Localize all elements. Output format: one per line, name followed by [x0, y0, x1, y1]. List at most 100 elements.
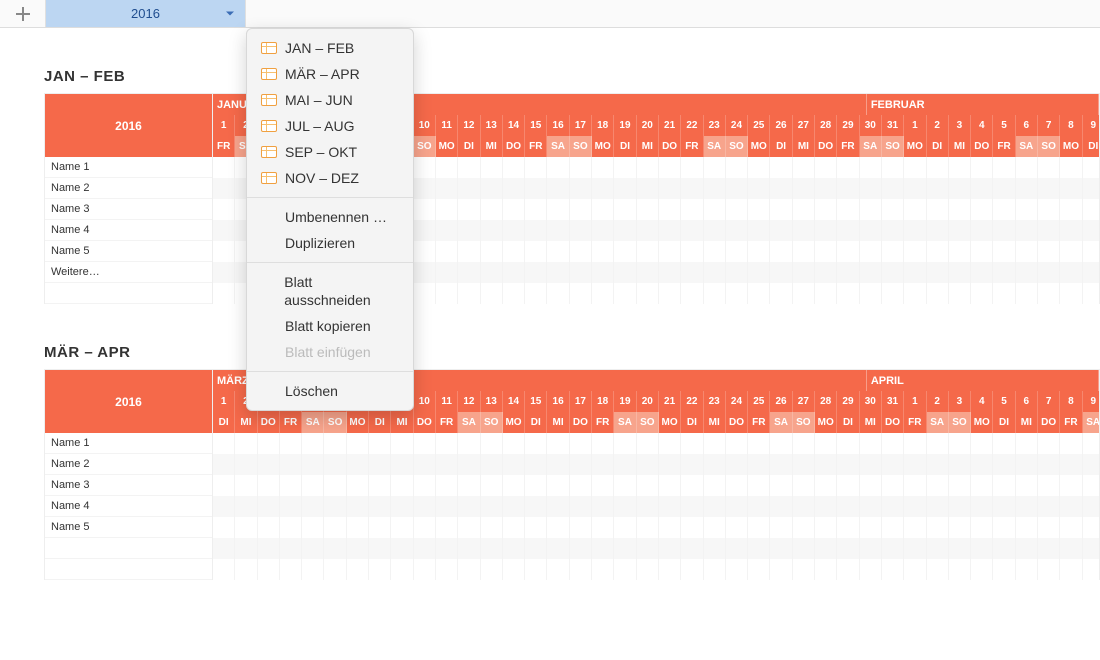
day-cell[interactable] [570, 220, 592, 241]
day-cell[interactable] [815, 433, 837, 454]
day-cell[interactable] [280, 559, 302, 580]
day-cell[interactable] [1038, 454, 1060, 475]
day-cell[interactable] [458, 475, 480, 496]
name-row[interactable]: Name 4 [45, 496, 212, 517]
day-cell[interactable] [726, 433, 748, 454]
day-cell[interactable] [592, 538, 614, 559]
day-cell[interactable] [503, 178, 525, 199]
day-cell[interactable] [302, 559, 324, 580]
day-cell[interactable] [949, 220, 971, 241]
day-cell[interactable] [503, 262, 525, 283]
day-cell[interactable] [904, 283, 926, 304]
day-cell[interactable] [837, 517, 859, 538]
day-cell[interactable] [971, 157, 993, 178]
day-cell[interactable] [860, 283, 882, 304]
day-cell[interactable] [503, 157, 525, 178]
day-cell[interactable] [1016, 283, 1038, 304]
day-cell[interactable] [592, 475, 614, 496]
day-cell[interactable] [860, 454, 882, 475]
day-cell[interactable] [793, 199, 815, 220]
day-cell[interactable] [570, 262, 592, 283]
day-cell[interactable] [213, 262, 235, 283]
day-cell[interactable] [882, 517, 904, 538]
empty-row[interactable] [45, 283, 212, 304]
day-cell[interactable] [547, 262, 569, 283]
day-cell[interactable] [1038, 433, 1060, 454]
day-cell[interactable] [837, 241, 859, 262]
day-cell[interactable] [458, 283, 480, 304]
menu-sheet-0[interactable]: JAN – FEB [247, 35, 413, 61]
day-cell[interactable] [659, 475, 681, 496]
day-cell[interactable] [748, 283, 770, 304]
day-cell[interactable] [748, 433, 770, 454]
day-cell[interactable] [414, 475, 436, 496]
day-cell[interactable] [726, 178, 748, 199]
day-cell[interactable] [414, 433, 436, 454]
day-cell[interactable] [481, 178, 503, 199]
day-cell[interactable] [280, 475, 302, 496]
day-cell[interactable] [614, 538, 636, 559]
day-cell[interactable] [748, 178, 770, 199]
menu-sheet-1[interactable]: MÄR – APR [247, 61, 413, 87]
add-sheet-button[interactable] [0, 0, 46, 27]
day-cell[interactable] [436, 496, 458, 517]
day-cell[interactable] [436, 283, 458, 304]
day-cell[interactable] [1016, 496, 1038, 517]
day-cell[interactable] [525, 178, 547, 199]
day-cell[interactable] [681, 538, 703, 559]
day-cell[interactable] [213, 283, 235, 304]
day-cell[interactable] [525, 496, 547, 517]
day-cell[interactable] [235, 496, 257, 517]
day-cell[interactable] [748, 220, 770, 241]
day-cell[interactable] [525, 220, 547, 241]
day-cell[interactable] [882, 454, 904, 475]
day-cell[interactable] [860, 178, 882, 199]
day-cell[interactable] [659, 220, 681, 241]
day-cell[interactable] [1038, 262, 1060, 283]
day-cell[interactable] [1038, 517, 1060, 538]
day-cell[interactable] [458, 241, 480, 262]
name-row[interactable]: Name 5 [45, 241, 212, 262]
day-cell[interactable] [347, 475, 369, 496]
day-cell[interactable] [793, 517, 815, 538]
day-cell[interactable] [503, 559, 525, 580]
day-cell[interactable] [993, 454, 1015, 475]
day-cell[interactable] [949, 496, 971, 517]
day-cell[interactable] [414, 241, 436, 262]
menu-sheet-5[interactable]: NOV – DEZ [247, 165, 413, 191]
day-cell[interactable] [1038, 241, 1060, 262]
day-cell[interactable] [280, 517, 302, 538]
day-cell[interactable] [904, 433, 926, 454]
day-cell[interactable] [927, 262, 949, 283]
day-cell[interactable] [481, 538, 503, 559]
day-cell[interactable] [1016, 454, 1038, 475]
name-row[interactable]: Name 2 [45, 178, 212, 199]
day-cell[interactable] [1016, 559, 1038, 580]
day-cell[interactable] [213, 475, 235, 496]
day-cell[interactable] [1060, 433, 1082, 454]
name-row[interactable]: Weitere… [45, 262, 212, 283]
day-cell[interactable] [815, 157, 837, 178]
day-cell[interactable] [882, 262, 904, 283]
day-cell[interactable] [837, 475, 859, 496]
day-cell[interactable] [1060, 241, 1082, 262]
day-cell[interactable] [280, 454, 302, 475]
day-cell[interactable] [213, 433, 235, 454]
day-cell[interactable] [280, 433, 302, 454]
menu-rename[interactable]: Umbenennen … [247, 204, 413, 230]
day-cell[interactable] [815, 517, 837, 538]
day-cell[interactable] [860, 157, 882, 178]
menu-sheet-3[interactable]: JUL – AUG [247, 113, 413, 139]
day-cell[interactable] [570, 433, 592, 454]
day-cell[interactable] [481, 220, 503, 241]
day-cell[interactable] [927, 199, 949, 220]
day-cell[interactable] [659, 262, 681, 283]
day-cell[interactable] [704, 433, 726, 454]
day-cell[interactable] [659, 178, 681, 199]
day-cell[interactable] [481, 199, 503, 220]
day-cell[interactable] [1083, 157, 1099, 178]
day-cell[interactable] [1060, 283, 1082, 304]
day-cell[interactable] [525, 157, 547, 178]
day-cell[interactable] [637, 220, 659, 241]
day-cell[interactable] [770, 475, 792, 496]
